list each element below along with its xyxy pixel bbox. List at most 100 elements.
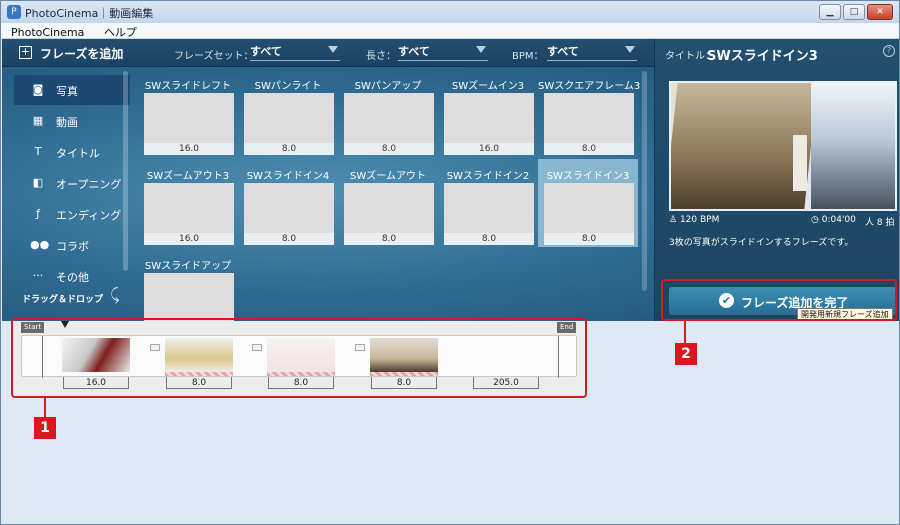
menu-item-photocinema[interactable]: PhotoCinema: [1, 25, 90, 39]
sidebar-item-label: タイトル: [56, 147, 100, 160]
bpm-value: すべて: [547, 45, 579, 58]
phrase-duration: 16.0: [144, 143, 234, 155]
annotation-line: [684, 321, 686, 343]
preview-title: SWスライドイン3: [707, 49, 818, 64]
phrase-set-value: すべて: [250, 45, 282, 58]
phrase-name: SWズームアウト: [350, 171, 426, 182]
phrase-grid: SWスライドレフト 16.0 SWパンライト 8.0 SWパンアップ 8.0 S…: [138, 67, 648, 321]
curved-arrow-icon: ⤹: [110, 285, 120, 304]
phrase-tile[interactable]: SWズームアウト 8.0: [338, 159, 438, 247]
phrase-thumbnail: [144, 93, 234, 143]
bpm-value: 120 BPM: [679, 215, 720, 225]
phrase-name: SWスライドアップ: [144, 261, 232, 272]
phrase-name: SWスライドイン4: [246, 171, 330, 182]
maximize-button[interactable]: □: [843, 4, 865, 20]
phrase-tile-selected[interactable]: SWスライドイン3 8.0: [538, 159, 638, 247]
phrase-thumbnail: [344, 183, 434, 233]
app-window: P PhotoCinema｜動画編集 ▁ □ ✕ PhotoCinema ヘルプ…: [0, 0, 900, 525]
phrase-tile[interactable]: SWズームアウト3 16.0: [138, 159, 238, 247]
sidebar-item-collab[interactable]: ●● コラボ: [14, 230, 130, 260]
annotation-badge-1: 1: [34, 417, 56, 439]
phrase-name: SWスクエアフレーム3: [538, 81, 641, 92]
sidebar-item-label: 写真: [56, 85, 78, 98]
menu-item-help[interactable]: ヘルプ: [94, 23, 143, 40]
time-value: 0:04'00: [821, 215, 856, 225]
phrase-set-select[interactable]: すべて: [250, 43, 340, 61]
phrase-thumbnail: [144, 183, 234, 233]
chevron-down-icon: [625, 46, 635, 53]
window-controls: ▁ □ ✕: [819, 4, 893, 20]
beat-value: 8 拍: [876, 218, 895, 228]
phrase-duration: 8.0: [244, 233, 334, 245]
opening-icon: ◧: [32, 176, 44, 189]
phrase-tile[interactable]: SWパンライト 8.0: [238, 69, 338, 157]
annotation-badge-2: 2: [675, 343, 697, 365]
phrase-name: SWパンアップ: [354, 81, 422, 92]
phrase-tile[interactable]: SWスライドイン4 8.0: [238, 159, 338, 247]
phrase-thumbnail: [444, 93, 534, 143]
metronome-icon: ♙: [669, 215, 678, 225]
help-icon[interactable]: ?: [883, 45, 895, 57]
sidebar-item-label: 動画: [56, 116, 78, 129]
sidebar-item-label: エンディング: [56, 209, 122, 222]
sidebar-item-photo[interactable]: ◙ 写真: [14, 75, 130, 105]
phrase-name: SWズームアウト3: [146, 171, 230, 182]
camera-icon: ◙: [32, 83, 44, 96]
phrase-name: SWスライドイン2: [446, 171, 530, 182]
dots-icon: ···: [32, 269, 44, 282]
app-icon: P: [7, 5, 21, 19]
beat-readout: 人 8 拍: [865, 215, 894, 228]
preview-photo-right: [811, 83, 895, 209]
phrase-tile[interactable]: SWスライドイン2 8.0: [438, 159, 538, 247]
sidebar-item-label: コラボ: [56, 240, 89, 253]
chevron-down-icon: [476, 46, 486, 53]
phrase-duration: 16.0: [444, 143, 534, 155]
phrase-thumbnail: [244, 93, 334, 143]
sidebar-item-label: オープニング: [56, 178, 122, 191]
people-icon: ●●: [30, 238, 50, 251]
phrase-tile[interactable]: SWズームイン3 16.0: [438, 69, 538, 157]
phrase-tile[interactable]: SWスライドレフト 16.0: [138, 69, 238, 157]
add-phrase-heading: フレーズを追加: [40, 47, 124, 61]
phrase-name: SWスライドレフト: [144, 81, 232, 92]
sidebar-item-ending[interactable]: ƒ エンディング: [14, 199, 130, 229]
menu-bar: PhotoCinema ヘルプ: [1, 23, 899, 39]
phrase-thumbnail: [544, 93, 634, 143]
phrase-thumbnail: [344, 93, 434, 143]
fin-icon: ƒ: [36, 207, 40, 220]
minimize-button[interactable]: ▁: [819, 4, 841, 20]
bpm-label: BPM：: [512, 51, 544, 62]
phrase-duration: 8.0: [444, 233, 534, 245]
phrase-tile[interactable]: SWスクエアフレーム3 8.0: [538, 69, 641, 157]
sidebar-item-video[interactable]: ▦ 動画: [14, 106, 130, 136]
sidebar-scrollbar[interactable]: [123, 71, 128, 271]
length-select[interactable]: すべて: [398, 43, 488, 61]
phrase-duration: 8.0: [244, 143, 334, 155]
phrase-tile[interactable]: SWスライドアップ: [138, 249, 238, 321]
chevron-down-icon: [328, 46, 338, 53]
phrase-duration: 16.0: [144, 233, 234, 245]
annotation-box-timeline: [11, 318, 587, 398]
close-button[interactable]: ✕: [867, 4, 893, 20]
phrase-tile[interactable]: SWパンアップ 8.0: [338, 69, 438, 157]
grid-scrollbar[interactable]: [642, 71, 647, 291]
phrase-thumbnail: [544, 183, 634, 233]
bpm-select[interactable]: すべて: [547, 43, 637, 61]
clock-icon: ◷: [811, 215, 819, 225]
phrase-thumbnail: [244, 183, 334, 233]
film-icon: ▦: [32, 114, 44, 127]
sidebar-item-opening[interactable]: ◧ オープニング: [14, 168, 130, 198]
beat-icon: 人: [865, 218, 875, 228]
phrase-description: 3枚の写真がスライドインするフレーズです。: [669, 238, 854, 248]
title-icon: T: [34, 145, 42, 158]
length-label: 長さ：: [366, 51, 396, 62]
phrase-set-label: フレーズセット：: [174, 51, 254, 62]
preview-tower: [793, 135, 807, 191]
phrase-thumbnail: [144, 273, 234, 321]
sidebar-item-title[interactable]: T タイトル: [14, 137, 130, 167]
phrase-duration: 8.0: [344, 143, 434, 155]
phrase-name: SWズームイン3: [451, 81, 525, 92]
phrase-duration: 8.0: [544, 233, 634, 245]
window-title: PhotoCinema｜動画編集: [25, 7, 154, 20]
phrase-duration: 8.0: [544, 143, 634, 155]
